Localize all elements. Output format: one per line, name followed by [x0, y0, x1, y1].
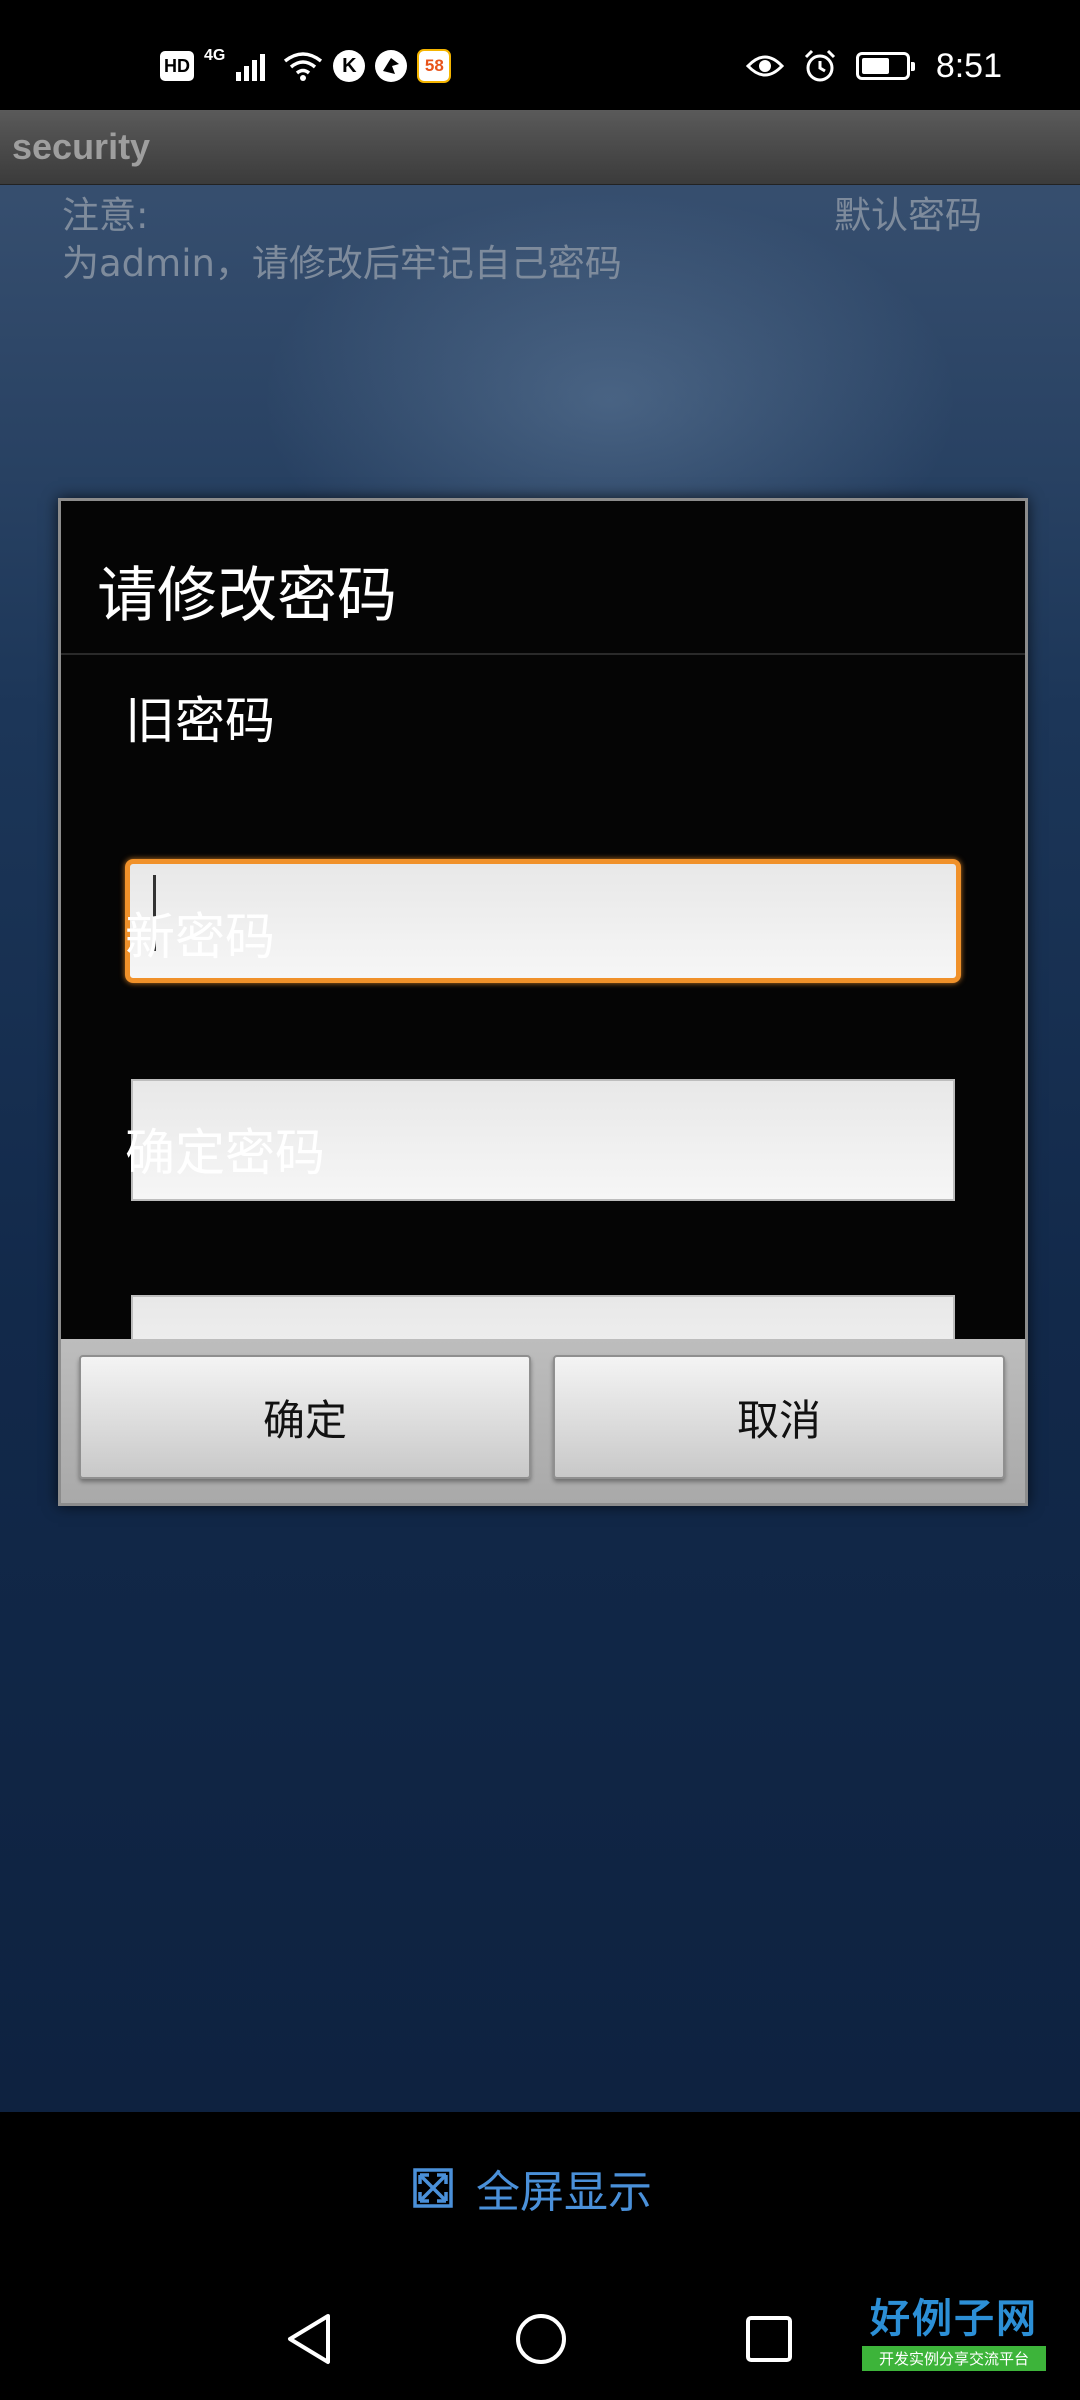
cell-signal-icon [236, 54, 266, 81]
nav-home-button[interactable] [506, 2304, 576, 2374]
notice-text: 为admin，请修改后牢记自己密码 [62, 242, 622, 285]
app-58-icon: 58 [417, 49, 452, 83]
status-bar: HD 4G K 58 8:51 [0, 0, 1080, 110]
app-title-bar: security [0, 110, 1080, 185]
alarm-icon [804, 49, 835, 82]
network-type-label: 4G [204, 47, 226, 64]
recent-square-icon [746, 2316, 792, 2362]
dialog-button-bar: 确定 取消 [61, 1339, 1025, 1503]
home-circle-icon [516, 2314, 566, 2364]
eye-icon [745, 55, 784, 77]
nav-recent-apps-button[interactable] [734, 2304, 804, 2374]
cancel-button[interactable]: 取消 [553, 1355, 1005, 1479]
default-password-label[interactable]: 默认密码 [834, 192, 982, 240]
old-password-label: 旧密码 [125, 692, 275, 750]
confirm-password-label: 确定密码 [125, 1124, 325, 1182]
navigation-bar: 好例子网 开发实例分享交流平台 [0, 2282, 1080, 2400]
status-clock: 8:51 [935, 46, 1002, 85]
phone-screen: HD 4G K 58 8:51 security 注意: 为admin，请修改后… [0, 0, 1080, 2400]
fullscreen-icon [413, 2168, 453, 2208]
change-password-dialog: 请修改密码 旧密码 新密码 确定密码 确定 取消 [58, 498, 1028, 1506]
confirm-button[interactable]: 确定 [79, 1355, 531, 1479]
battery-icon [855, 52, 915, 80]
battery-level-fill [861, 58, 889, 74]
app-title: security [12, 126, 151, 167]
fullscreen-button[interactable]: 全屏显示 [412, 2152, 652, 2224]
status-bar-right: 8:51 [745, 44, 1002, 88]
watermark-logo-text: 好例子网 [870, 2295, 1038, 2342]
dialog-title: 请修改密码 [97, 561, 397, 631]
k-app-icon: K [333, 50, 366, 82]
watermark-logo: 好例子网 开发实例分享交流平台 [862, 2286, 1046, 2371]
wifi-icon [284, 52, 323, 81]
fullscreen-bar: 全屏显示 [0, 2112, 1080, 2282]
nav-back-button[interactable] [274, 2304, 344, 2374]
bird-app-icon [375, 50, 408, 82]
new-password-label: 新密码 [125, 908, 275, 966]
hd-icon: HD [160, 51, 194, 81]
notice-label: 注意: [62, 194, 149, 237]
back-triangle-icon [288, 2314, 330, 2364]
status-bar-left: HD 4G K 58 [160, 44, 452, 88]
dialog-divider [61, 653, 1025, 655]
watermark-logo-subtext: 开发实例分享交流平台 [862, 2346, 1046, 2371]
fullscreen-label: 全屏显示 [476, 2167, 652, 2218]
